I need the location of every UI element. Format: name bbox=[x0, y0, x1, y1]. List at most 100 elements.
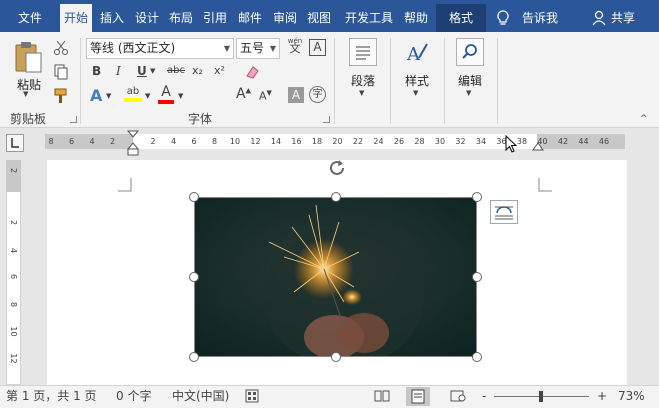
text-effects-button[interactable]: A bbox=[90, 86, 102, 105]
font-name-combo[interactable]: 等线 (西文正文) ▼ bbox=[86, 38, 234, 59]
zoom-in-button[interactable]: + bbox=[597, 388, 607, 404]
zoom-slider-thumb[interactable] bbox=[538, 391, 543, 402]
print-layout-button[interactable] bbox=[406, 387, 430, 406]
share-button[interactable]: 共享 bbox=[611, 4, 635, 32]
tab-mailings[interactable]: 邮件 bbox=[234, 4, 266, 32]
paragraph-button[interactable] bbox=[349, 38, 377, 66]
chevron-down-icon[interactable]: ▼ bbox=[359, 89, 364, 97]
paragraph-label[interactable]: 段落 bbox=[343, 72, 383, 89]
indent-markers-icon[interactable] bbox=[127, 130, 139, 156]
font-color-glyph: A bbox=[161, 84, 171, 100]
resize-handle[interactable] bbox=[472, 192, 482, 202]
font-color-bar bbox=[158, 100, 174, 104]
tab-review[interactable]: 审阅 bbox=[269, 4, 301, 32]
character-shading-button[interactable]: A bbox=[288, 87, 304, 103]
word-count[interactable]: 0 个字 bbox=[116, 388, 151, 404]
tab-insert[interactable]: 插入 bbox=[96, 4, 128, 32]
font-group-label: 字体 bbox=[188, 112, 213, 126]
divider bbox=[80, 38, 81, 124]
person-icon[interactable] bbox=[592, 10, 606, 26]
ruler-number: 34 bbox=[475, 137, 487, 146]
font-color-button[interactable]: A bbox=[158, 84, 174, 104]
grow-font-button[interactable]: A▲ bbox=[236, 86, 251, 102]
styles-icon[interactable]: A bbox=[404, 40, 430, 66]
phonetic-guide-icon[interactable]: wén 文 bbox=[285, 37, 305, 54]
bold-button[interactable]: B bbox=[92, 64, 101, 78]
language-indicator[interactable]: 中文(中国) bbox=[172, 388, 229, 404]
resize-handle[interactable] bbox=[331, 192, 341, 202]
layout-options-button[interactable] bbox=[490, 200, 518, 224]
macro-record-icon[interactable] bbox=[245, 389, 259, 403]
magnifier-icon bbox=[462, 44, 477, 59]
tab-help[interactable]: 帮助 bbox=[400, 4, 432, 32]
tab-design[interactable]: 设计 bbox=[131, 4, 163, 32]
enclose-characters-button[interactable]: 字 bbox=[309, 86, 326, 103]
copy-icon[interactable] bbox=[53, 64, 69, 80]
font-name-value: 等线 (西文正文) bbox=[90, 41, 176, 55]
zoom-slider[interactable] bbox=[494, 391, 589, 402]
resize-handle[interactable] bbox=[189, 192, 199, 202]
ruler-number: 24 bbox=[373, 137, 384, 146]
read-mode-icon[interactable] bbox=[374, 389, 390, 403]
tab-references[interactable]: 引用 bbox=[199, 4, 231, 32]
resize-handle[interactable] bbox=[189, 272, 199, 282]
tell-me-search[interactable]: 告诉我 bbox=[522, 4, 558, 32]
tab-view[interactable]: 视图 bbox=[303, 4, 335, 32]
zoom-level[interactable]: 73% bbox=[618, 388, 645, 404]
ruler-number: 18 bbox=[311, 137, 323, 146]
underline-button[interactable]: U bbox=[137, 64, 147, 78]
highlight-button[interactable]: ab bbox=[124, 86, 142, 102]
zoom-out-button[interactable]: - bbox=[482, 388, 486, 404]
right-indent-icon[interactable] bbox=[532, 141, 544, 151]
format-painter-icon[interactable] bbox=[53, 88, 69, 104]
styles-label[interactable]: 样式 bbox=[397, 72, 437, 89]
ruler-number: 4 bbox=[89, 137, 95, 146]
character-border-icon[interactable]: A bbox=[309, 39, 326, 56]
font-size-combo[interactable]: 五号 ▼ bbox=[236, 38, 280, 59]
tab-format[interactable]: 格式 bbox=[436, 4, 486, 32]
tab-developer[interactable]: 开发工具 bbox=[339, 4, 399, 32]
clipboard-launcher-icon[interactable] bbox=[70, 116, 77, 123]
resize-handle[interactable] bbox=[472, 272, 482, 282]
shrink-font-button[interactable]: A▼ bbox=[259, 89, 272, 103]
rotate-handle-icon[interactable] bbox=[327, 158, 347, 178]
scissors-icon[interactable] bbox=[53, 40, 69, 56]
left-tab-icon bbox=[11, 138, 19, 148]
editing-button[interactable] bbox=[456, 38, 484, 66]
chevron-down-icon[interactable]: ▼ bbox=[413, 89, 418, 97]
vertical-scrollbar[interactable] bbox=[641, 156, 657, 385]
divider bbox=[497, 38, 498, 124]
chevron-down-icon[interactable]: ▼ bbox=[145, 92, 150, 100]
paste-dropdown-icon[interactable]: ▼ bbox=[23, 90, 28, 98]
resize-handle[interactable] bbox=[189, 352, 199, 362]
chevron-down-icon[interactable]: ▼ bbox=[466, 89, 471, 97]
chevron-down-icon[interactable]: ▼ bbox=[178, 92, 183, 100]
divider bbox=[334, 38, 335, 124]
tab-file[interactable]: 文件 bbox=[8, 4, 52, 32]
web-layout-icon[interactable] bbox=[450, 389, 466, 403]
ruler-number: 8 bbox=[48, 137, 54, 146]
layout-options-icon bbox=[495, 206, 513, 220]
tab-layout[interactable]: 布局 bbox=[165, 4, 197, 32]
ruler-number: 2 bbox=[109, 137, 116, 146]
vruler-number: 12 bbox=[9, 353, 18, 364]
subscript-button[interactable]: x₂ bbox=[192, 64, 203, 77]
chevron-down-icon[interactable]: ▼ bbox=[150, 67, 155, 75]
resize-handle[interactable] bbox=[331, 352, 341, 362]
page-count[interactable]: 第 1 页，共 1 页 bbox=[6, 388, 97, 404]
collapse-ribbon-icon[interactable]: ^ bbox=[640, 114, 648, 124]
font-launcher-icon[interactable] bbox=[323, 116, 330, 123]
lightbulb-icon[interactable] bbox=[496, 10, 510, 26]
paste-icon[interactable] bbox=[14, 40, 44, 74]
editing-label[interactable]: 编辑 bbox=[450, 72, 490, 89]
superscript-button[interactable]: x² bbox=[214, 64, 225, 77]
resize-handle[interactable] bbox=[472, 352, 482, 362]
strikethrough-button[interactable]: abc bbox=[167, 65, 185, 76]
tab-home[interactable]: 开始 bbox=[60, 4, 92, 32]
paste-label[interactable]: 粘贴 bbox=[12, 76, 46, 93]
italic-button[interactable]: I bbox=[116, 64, 121, 78]
clear-formatting-icon[interactable] bbox=[244, 64, 260, 80]
tab-selector[interactable] bbox=[6, 134, 24, 152]
image-selection-frame bbox=[194, 197, 477, 357]
chevron-down-icon[interactable]: ▼ bbox=[106, 92, 111, 100]
